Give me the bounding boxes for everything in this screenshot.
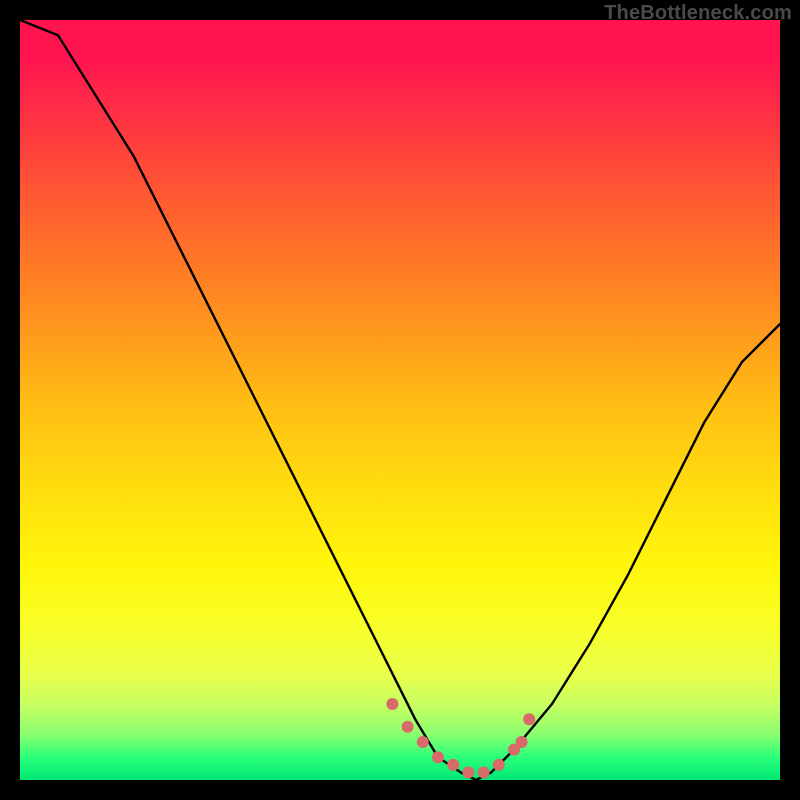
chart-stage: TheBottleneck.com — [0, 0, 800, 800]
plot-area — [20, 20, 780, 780]
bottleneck-curve — [20, 20, 780, 780]
curve-layer — [20, 20, 780, 780]
